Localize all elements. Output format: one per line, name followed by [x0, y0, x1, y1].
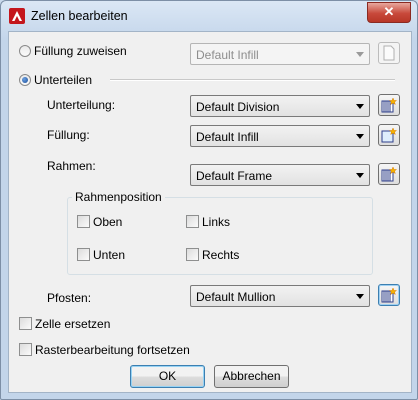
mullion-style-button[interactable] — [378, 284, 400, 306]
subdivide-radio[interactable] — [19, 74, 31, 86]
infill-style-button[interactable] — [378, 124, 400, 146]
dialog-window: Zellen bearbeiten ✕ Füllung zuweisen Def… — [0, 0, 418, 400]
infill-combo-value: Default Infill — [196, 130, 259, 144]
bottom-checkbox[interactable] — [77, 248, 90, 261]
division-style-icon — [381, 97, 397, 113]
replace-cell-label[interactable]: Zelle ersetzen — [35, 317, 110, 331]
mullion-style-icon — [381, 287, 397, 303]
continue-grid-checkbox[interactable] — [19, 343, 32, 356]
fill-assign-combo: Default Infill — [190, 43, 370, 65]
subdivide-label[interactable]: Unterteilen — [34, 73, 92, 87]
chevron-down-icon — [356, 173, 364, 178]
division-combo[interactable]: Default Division — [190, 95, 370, 117]
top-label[interactable]: Oben — [93, 215, 122, 229]
close-button[interactable]: ✕ — [367, 2, 411, 23]
frame-combo-value: Default Frame — [196, 169, 273, 183]
right-checkbox[interactable] — [186, 248, 199, 261]
autocad-logo-icon — [9, 8, 25, 24]
infill-label: Füllung: — [47, 128, 90, 142]
frame-combo[interactable]: Default Frame — [190, 164, 370, 186]
chevron-down-icon — [356, 52, 364, 57]
infill-combo[interactable]: Default Infill — [190, 125, 370, 147]
frame-position-title: Rahmenposition — [72, 190, 165, 204]
document-icon — [383, 45, 395, 61]
fill-assign-style-button — [378, 42, 400, 64]
division-label: Unterteilung: — [47, 98, 116, 112]
bottom-label[interactable]: Unten — [93, 248, 125, 262]
chevron-down-icon — [356, 104, 364, 109]
left-checkbox[interactable] — [186, 215, 199, 228]
division-style-button[interactable] — [378, 94, 400, 116]
replace-cell-checkbox[interactable] — [19, 317, 32, 330]
chevron-down-icon — [356, 294, 364, 299]
fill-assign-label[interactable]: Füllung zuweisen — [34, 44, 127, 58]
mullion-label: Pfosten: — [47, 291, 92, 305]
left-label[interactable]: Links — [202, 215, 230, 229]
frame-position-group — [67, 197, 373, 275]
ok-button[interactable]: OK — [130, 365, 205, 388]
right-label[interactable]: Rechts — [202, 248, 239, 262]
frame-style-button[interactable] — [378, 163, 400, 185]
fill-assign-combo-value: Default Infill — [196, 48, 259, 62]
separator — [110, 79, 395, 81]
infill-style-icon — [381, 127, 397, 143]
frame-style-icon — [381, 166, 397, 182]
division-combo-value: Default Division — [196, 100, 280, 114]
top-checkbox[interactable] — [77, 215, 90, 228]
window-title: Zellen bearbeiten — [31, 9, 128, 23]
fill-assign-radio[interactable] — [19, 45, 31, 57]
continue-grid-label[interactable]: Rasterbearbeitung fortsetzen — [35, 343, 190, 357]
mullion-combo[interactable]: Default Mullion — [190, 285, 370, 307]
chevron-down-icon — [356, 134, 364, 139]
cancel-button[interactable]: Abbrechen — [214, 365, 289, 388]
frame-label: Rahmen: — [47, 159, 96, 173]
close-icon: ✕ — [383, 4, 395, 19]
dialog-content: Füllung zuweisen Default Infill Untertei… — [8, 31, 412, 393]
title-bar[interactable]: Zellen bearbeiten ✕ — [1, 1, 417, 31]
mullion-combo-value: Default Mullion — [196, 290, 276, 304]
